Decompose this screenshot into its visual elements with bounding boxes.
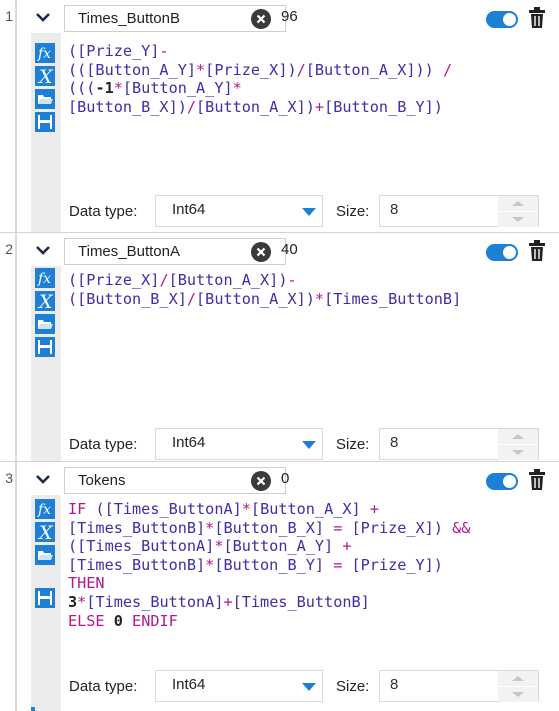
size-label: Size: [336,678,370,695]
size-decrement-button[interactable] [498,445,538,460]
size-decrement-button[interactable] [498,687,538,702]
formula-expression[interactable]: ([Prize_Y]- (([Button_A_Y]*[Prize_X])/[B… [68,42,452,116]
save-icon[interactable] [35,337,55,357]
x-variable-icon[interactable]: X [35,66,55,86]
size-label: Size: [336,436,370,453]
size-increment-button[interactable] [498,196,538,211]
close-circle-icon[interactable] [251,242,271,262]
fx-icon[interactable]: fx [35,43,55,63]
dropdown-arrow-icon [302,208,316,216]
formula-expression[interactable]: ([Prize_X]/[Button_A_X])- ([Button_B_X]/… [68,271,461,308]
formula-result: 96 [281,8,298,25]
svg-text:X: X [37,291,54,311]
close-circle-icon[interactable] [251,9,271,29]
formula-result: 0 [281,470,290,487]
svg-text:X: X [37,66,54,86]
chevron-down-icon[interactable] [35,242,51,258]
dropdown-arrow-icon [302,441,316,449]
field-name-input[interactable]: Tokens [64,467,286,494]
data-type-select[interactable]: Int64 [155,670,323,702]
trash-icon[interactable] [527,7,547,29]
enable-toggle[interactable] [486,11,518,28]
chevron-down-icon[interactable] [35,9,51,25]
enable-toggle[interactable] [486,473,518,490]
formula-row-3: 3 Tokens 0 fx X IF ([Times_ButtonA]*[But… [0,462,559,711]
fx-icon[interactable]: fx [35,499,55,519]
folder-open-icon[interactable] [35,89,55,109]
data-type-label: Data type: [69,436,138,453]
enable-toggle[interactable] [486,244,518,261]
x-variable-icon[interactable]: X [35,291,55,311]
field-name-input[interactable]: Times_ButtonB [64,5,286,32]
size-input[interactable]: 8 [379,670,539,702]
chevron-down-icon[interactable] [35,471,51,487]
data-type-label: Data type: [69,203,138,220]
data-type-label: Data type: [69,678,138,695]
dropdown-arrow-icon [302,683,316,691]
fx-icon[interactable]: fx [35,268,55,288]
x-variable-icon[interactable]: X [35,522,55,542]
size-label: Size: [336,203,370,220]
svg-text:fx: fx [37,502,51,518]
row-index: 2 [5,241,13,257]
svg-text:fx: fx [37,46,51,62]
svg-text:X: X [37,522,54,542]
close-circle-icon[interactable] [251,471,271,491]
folder-open-icon[interactable] [35,314,55,334]
data-type-select[interactable]: Int64 [155,195,323,227]
row-index: 3 [5,470,13,486]
size-increment-button[interactable] [498,429,538,444]
formula-row-2: 2 Times_ButtonA 40 fx X ([Prize_X]/[Butt… [0,233,559,462]
size-input[interactable]: 8 [379,195,539,227]
formula-result: 40 [281,241,298,258]
formula-row-1: 1 Times_ButtonB 96 fx X ([Prize_Y]- (([B… [0,0,559,232]
size-decrement-button[interactable] [498,212,538,227]
save-icon[interactable] [35,112,55,132]
trash-icon[interactable] [527,469,547,491]
save-icon[interactable] [35,588,55,608]
field-name-input[interactable]: Times_ButtonA [64,238,286,265]
size-input[interactable]: 8 [379,428,539,460]
size-increment-button[interactable] [498,671,538,686]
formula-expression[interactable]: IF ([Times_ButtonA]*[Button_A_X] + [Time… [68,500,470,630]
folder-open-icon[interactable] [35,545,55,565]
trash-icon[interactable] [527,240,547,262]
row-index: 1 [5,8,13,24]
data-type-select[interactable]: Int64 [155,428,323,460]
svg-text:fx: fx [37,271,51,287]
